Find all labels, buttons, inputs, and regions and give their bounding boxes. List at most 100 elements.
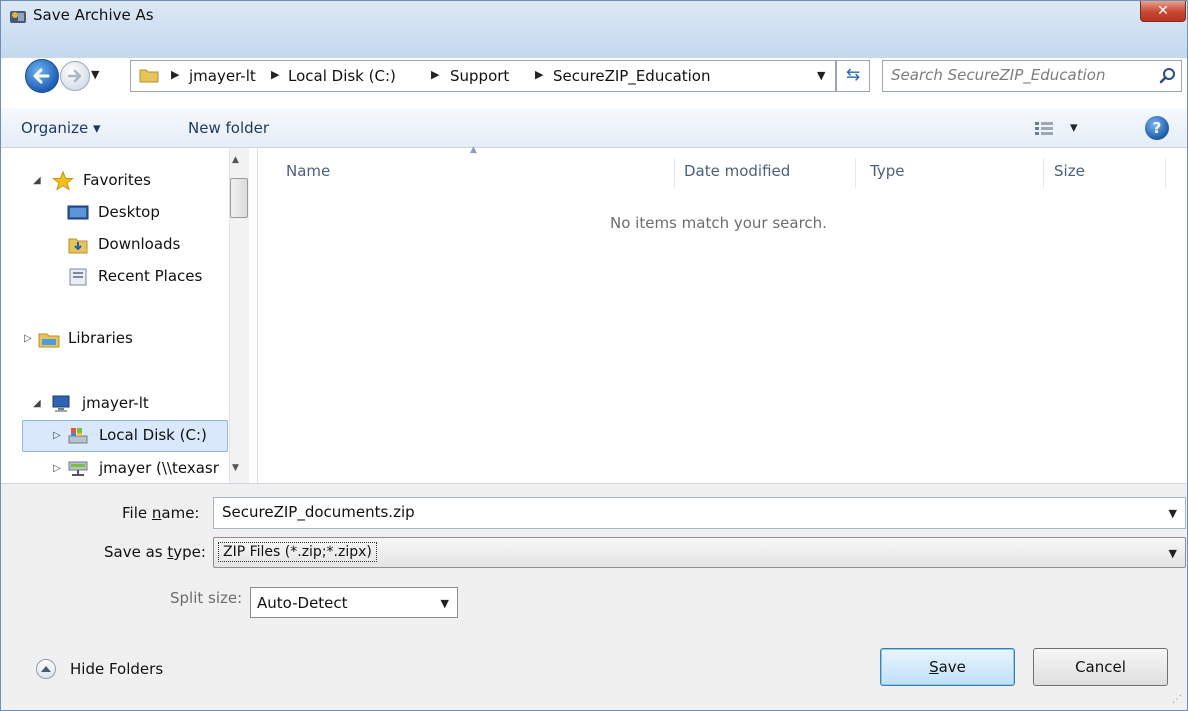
address-dropdown-icon[interactable]: ▼ <box>817 69 825 82</box>
hide-folders-button[interactable]: Hide Folders <box>70 660 163 678</box>
back-arrow-icon <box>33 68 50 84</box>
column-divider[interactable] <box>855 158 856 188</box>
nav-desktop[interactable]: Desktop <box>0 199 228 227</box>
nav-pane-scrollbar-thumb[interactable] <box>230 178 248 218</box>
window-title: Save Archive As <box>33 6 154 24</box>
breadcrumb-separator-icon[interactable]: ▶ <box>171 68 179 81</box>
file-name-dropdown-icon[interactable]: ▼ <box>1169 507 1177 520</box>
archive-app-icon <box>10 11 26 23</box>
save-as-type-select[interactable]: ZIP Files (*.zip;*.zipx) ▼ <box>213 537 1186 568</box>
change-view-button[interactable]: ▾ <box>1034 117 1094 141</box>
split-size-value: Auto-Detect <box>257 594 348 612</box>
refresh-button[interactable]: ⇆ <box>836 60 870 92</box>
hide-folders-chevron-icon[interactable] <box>36 659 56 679</box>
libraries-icon <box>38 333 60 348</box>
chevron-up-icon <box>41 666 51 672</box>
collapse-triangle-icon[interactable]: ◢ <box>33 398 41 409</box>
nav-local-disk-label: Local Disk (C:) <box>99 426 207 444</box>
breadcrumb-separator-icon[interactable]: ▶ <box>535 68 543 81</box>
help-icon[interactable]: ? <box>1145 116 1169 140</box>
column-divider[interactable] <box>1043 158 1044 188</box>
close-button[interactable]: ✕ <box>1140 0 1186 22</box>
split-size-select[interactable]: Auto-Detect ▼ <box>250 587 458 618</box>
address-bar[interactable]: ▶ jmayer-lt ▶ Local Disk (C:) ▶ Support … <box>130 60 836 92</box>
view-list-icon <box>1035 122 1053 135</box>
nav-recent-places[interactable]: Recent Places <box>0 263 228 291</box>
save-button-accesskey: S <box>929 658 939 676</box>
save-as-type-dropdown-icon[interactable]: ▼ <box>1169 547 1177 560</box>
expand-triangle-icon[interactable]: ▷ <box>53 463 61 474</box>
local-disk-icon <box>68 428 88 444</box>
column-divider[interactable] <box>1165 158 1166 188</box>
save-button[interactable]: Save <box>880 648 1015 686</box>
search-input[interactable] <box>891 66 1141 84</box>
nav-downloads[interactable]: Downloads <box>0 231 228 259</box>
breadcrumb-jmayer-lt[interactable]: jmayer-lt <box>189 67 256 85</box>
collapse-triangle-icon[interactable]: ◢ <box>33 175 41 186</box>
views-dropdown-icon: ▾ <box>1070 118 1078 136</box>
split-size-label: Split size: <box>170 589 243 607</box>
nav-libraries[interactable]: ▷ Libraries <box>0 325 228 353</box>
sort-ascending-icon: ▲ <box>470 145 477 155</box>
file-name-label-text: ame: <box>161 504 200 522</box>
nav-favorites[interactable]: ◢ Favorites <box>0 167 228 195</box>
recent-pages-dropdown-icon[interactable]: ▼ <box>91 68 99 81</box>
column-date-modified[interactable]: Date modified <box>684 162 790 180</box>
nav-computer[interactable]: ◢ jmayer-lt <box>0 390 228 418</box>
file-list-header: Name Date modified Type Size <box>258 148 1188 188</box>
nav-local-disk[interactable]: ▷ Local Disk (C:) <box>0 422 228 450</box>
new-folder-button[interactable]: New folder <box>188 119 269 137</box>
computer-icon <box>52 395 70 412</box>
search-box[interactable] <box>882 60 1182 92</box>
nav-network-drive-label: jmayer (\\texasr <box>99 459 219 477</box>
file-name-label-accesskey: n <box>151 504 162 522</box>
nav-computer-label: jmayer-lt <box>82 394 149 412</box>
folder-icon <box>139 69 159 83</box>
breadcrumb-separator-icon[interactable]: ▶ <box>271 68 279 81</box>
breadcrumb-support[interactable]: Support <box>450 67 509 85</box>
column-divider[interactable] <box>674 158 675 188</box>
forward-button[interactable] <box>60 61 90 91</box>
save-as-type-value: ZIP Files (*.zip;*.zipx) <box>218 542 377 562</box>
desktop-icon <box>67 205 89 220</box>
command-toolbar: Organize ▾ New folder ▾ ? <box>0 108 1188 148</box>
file-name-input[interactable] <box>222 503 1122 521</box>
nav-network-drive[interactable]: ▷ jmayer (\\texasr <box>0 455 228 483</box>
search-icon[interactable] <box>1159 67 1177 85</box>
refresh-icon: ⇆ <box>845 65 861 85</box>
expand-triangle-icon[interactable]: ▷ <box>53 430 61 441</box>
save-as-type-label: Save as type: <box>104 543 206 561</box>
file-name-label: File name: <box>122 504 199 522</box>
title-bar <box>0 0 1188 58</box>
column-size[interactable]: Size <box>1054 162 1085 180</box>
star-icon <box>52 171 74 191</box>
forward-arrow-icon <box>67 69 82 83</box>
network-drive-icon <box>68 461 88 476</box>
split-size-dropdown-icon[interactable]: ▼ <box>441 597 449 610</box>
breadcrumb-local-disk[interactable]: Local Disk (C:) <box>288 67 396 85</box>
downloads-folder-icon <box>68 238 88 254</box>
column-name[interactable]: Name <box>286 162 330 180</box>
file-name-label-text: File <box>122 504 152 522</box>
nav-favorites-label: Favorites <box>83 171 151 189</box>
save-button-label: ave <box>938 658 966 676</box>
file-name-combobox[interactable]: ▼ <box>213 497 1186 529</box>
organize-menu[interactable]: Organize ▾ <box>21 119 101 137</box>
breadcrumb-securezip-education[interactable]: SecureZIP_Education <box>553 67 711 85</box>
expand-triangle-icon[interactable]: ▷ <box>24 333 32 344</box>
cancel-button[interactable]: Cancel <box>1033 648 1168 686</box>
nav-downloads-label: Downloads <box>98 235 181 253</box>
breadcrumb-separator-icon[interactable]: ▶ <box>431 68 439 81</box>
resize-grip-icon[interactable]: ⋰ <box>1172 694 1182 705</box>
save-as-type-label-text: ype: <box>173 543 206 561</box>
scroll-down-arrow-icon[interactable]: ▼ <box>232 463 239 473</box>
nav-libraries-label: Libraries <box>68 329 133 347</box>
nav-desktop-label: Desktop <box>98 203 160 221</box>
save-as-type-label-text: Save as <box>104 543 168 561</box>
back-button[interactable] <box>25 59 59 93</box>
scroll-up-arrow-icon[interactable]: ▲ <box>232 155 239 165</box>
recent-places-icon <box>69 268 87 286</box>
column-type[interactable]: Type <box>870 162 904 180</box>
empty-folder-message: No items match your search. <box>610 214 827 232</box>
nav-recent-places-label: Recent Places <box>98 267 203 285</box>
